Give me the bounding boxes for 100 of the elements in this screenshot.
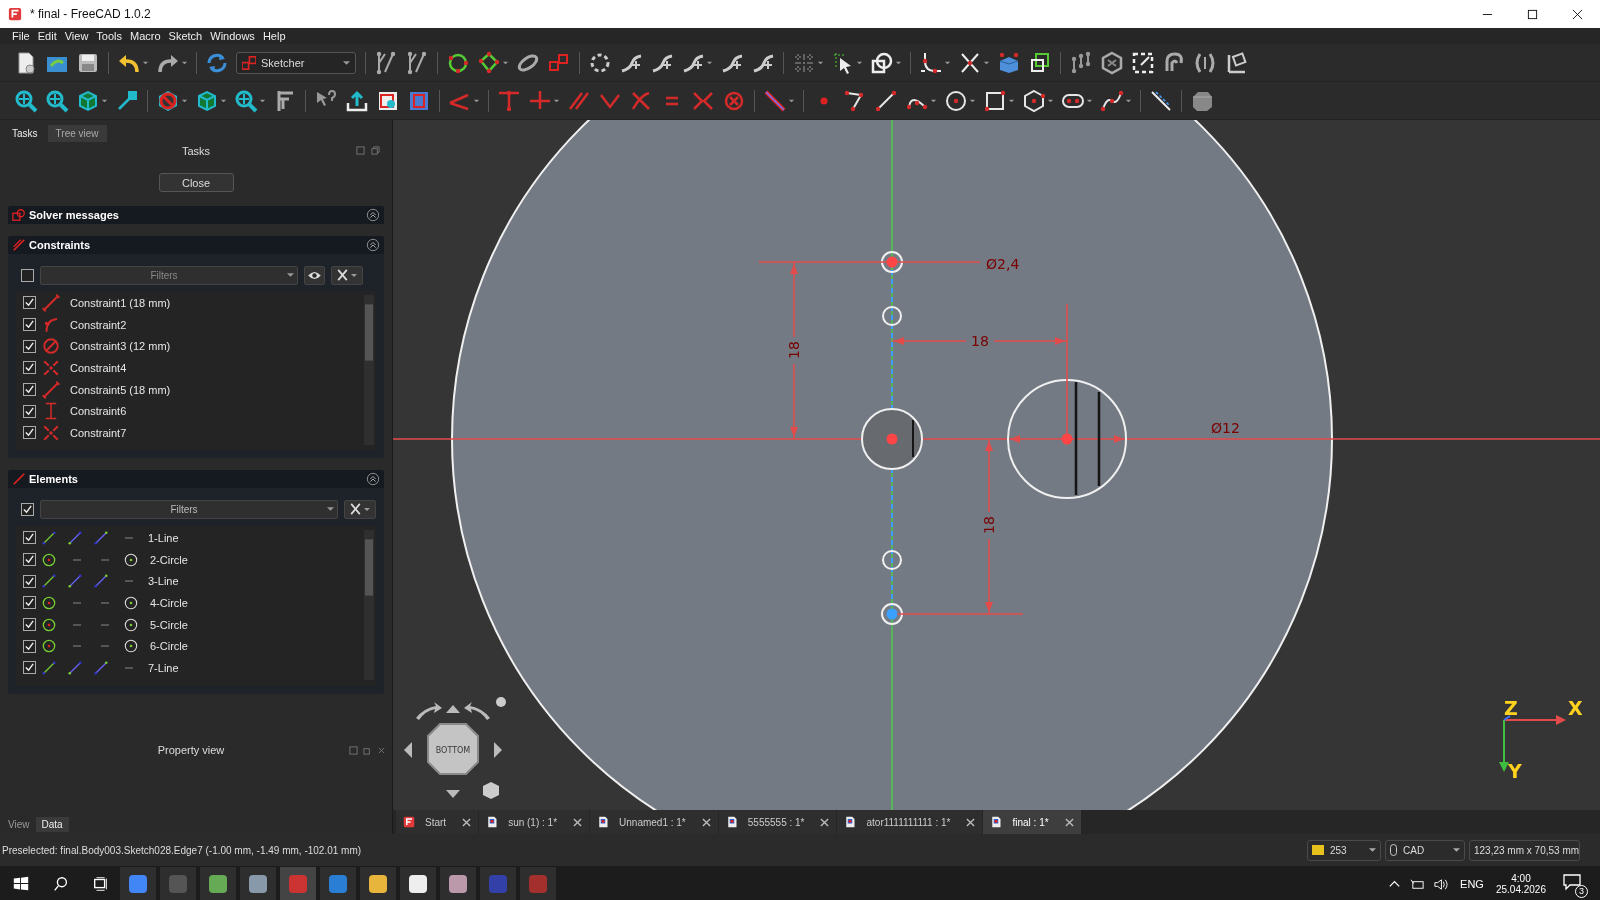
dimension-dropdown[interactable]: 123,23 mm x 70,53 mm xyxy=(1469,839,1580,861)
close-button[interactable]: Close xyxy=(158,173,234,192)
close-icon[interactable] xyxy=(701,817,711,827)
caret-icon[interactable] xyxy=(181,59,188,66)
cube-icon[interactable] xyxy=(483,782,499,799)
right-arrow-icon[interactable] xyxy=(494,742,502,758)
caret-icon[interactable] xyxy=(142,59,149,66)
document-tab[interactable]: 5555555 : 1* xyxy=(718,810,837,834)
draw-style-dropdown[interactable]: 253 xyxy=(1307,839,1381,861)
list-item[interactable]: Constraint6 xyxy=(70,405,127,418)
float-icon[interactable] xyxy=(371,146,380,155)
task-view-icon[interactable] xyxy=(92,875,110,893)
document-tab[interactable]: ator1111111111 : 1* xyxy=(837,810,983,834)
cube-icon[interactable] xyxy=(195,88,219,113)
checkbox[interactable] xyxy=(23,296,36,310)
navigation-style-dropdown[interactable]: CAD xyxy=(1385,839,1465,861)
checkbox[interactable] xyxy=(23,574,36,588)
line-icon[interactable] xyxy=(874,88,898,113)
fillet-icon[interactable] xyxy=(919,50,943,75)
checkbox[interactable] xyxy=(23,531,36,545)
float-icon[interactable] xyxy=(363,746,372,755)
point-on-line-icon[interactable] xyxy=(497,88,521,113)
zoom-icon[interactable] xyxy=(14,88,38,113)
construction-line-icon[interactable] xyxy=(1149,88,1173,113)
rectangle-icon[interactable] xyxy=(983,88,1007,113)
zoom-icon[interactable] xyxy=(234,88,258,113)
upload-icon[interactable] xyxy=(345,88,369,113)
filter-dropdown[interactable]: Filters xyxy=(40,265,298,285)
caret-icon[interactable] xyxy=(101,97,108,104)
property-tab[interactable]: View xyxy=(2,817,36,832)
scrollbar[interactable] xyxy=(364,530,374,680)
checkbox[interactable] xyxy=(23,639,36,653)
collapse-icon[interactable] xyxy=(366,472,380,486)
down-arrow-icon[interactable] xyxy=(446,790,460,798)
up-arrow-icon[interactable] xyxy=(446,705,460,713)
cube-icon[interactable] xyxy=(76,88,100,113)
lines-icon[interactable] xyxy=(374,50,398,75)
caret-icon[interactable] xyxy=(788,97,795,104)
dots-icon[interactable] xyxy=(1069,50,1093,75)
document-icon[interactable] xyxy=(400,867,436,900)
caret-icon[interactable] xyxy=(930,97,937,104)
folder-icon[interactable] xyxy=(360,867,396,900)
caret-icon[interactable] xyxy=(553,97,560,104)
polygon-icon[interactable] xyxy=(477,50,501,75)
filter-dropdown[interactable]: Filters xyxy=(40,499,338,519)
app-icon[interactable] xyxy=(240,867,276,900)
clock-time[interactable]: 4:00 xyxy=(1511,873,1531,884)
caret-icon[interactable] xyxy=(220,97,227,104)
collapse-icon[interactable] xyxy=(366,238,380,252)
visibility-button[interactable] xyxy=(304,265,325,285)
checkbox[interactable] xyxy=(23,383,36,397)
app-icon[interactable] xyxy=(320,867,356,900)
menu-item[interactable]: Windows xyxy=(206,30,259,42)
checkbox[interactable] xyxy=(23,553,36,567)
list-item[interactable]: 4-Circle xyxy=(150,596,188,609)
app-icon[interactable] xyxy=(200,867,236,900)
checkbox[interactable] xyxy=(23,361,36,375)
menu-item[interactable]: Edit xyxy=(33,30,61,42)
list-item[interactable]: 7-Line xyxy=(148,661,179,674)
checkbox[interactable] xyxy=(23,404,36,418)
browser-icon[interactable] xyxy=(120,867,156,900)
list-item[interactable]: Constraint1 (18 mm) xyxy=(70,296,171,309)
list-item[interactable]: Constraint5 (18 mm) xyxy=(70,383,171,396)
line-icon[interactable] xyxy=(763,88,787,113)
squares-icon[interactable] xyxy=(1028,50,1052,75)
caret-icon[interactable] xyxy=(817,59,824,66)
list-item[interactable]: Constraint2 xyxy=(70,318,127,331)
menu-item[interactable]: Help xyxy=(258,30,290,42)
checkbox[interactable] xyxy=(21,502,34,516)
shapes-icon[interactable] xyxy=(870,50,894,75)
language-indicator[interactable]: ENG xyxy=(1460,878,1484,890)
caret-icon[interactable] xyxy=(706,59,713,66)
workbench-dropdown[interactable]: Sketcher xyxy=(236,51,356,74)
checkbox[interactable] xyxy=(23,618,36,632)
caret-icon[interactable] xyxy=(473,97,480,104)
list-item[interactable]: 6-Circle xyxy=(150,640,188,653)
collapse-icon[interactable] xyxy=(366,208,380,222)
caret-icon[interactable] xyxy=(856,59,863,66)
checkbox[interactable] xyxy=(23,426,36,440)
close-icon[interactable] xyxy=(462,817,472,827)
checkbox[interactable] xyxy=(23,661,36,675)
rotate-arrow-icon[interactable] xyxy=(464,702,490,720)
list-item[interactable]: Constraint3 (12 mm) xyxy=(70,340,171,353)
menu-item[interactable]: Macro xyxy=(126,30,165,42)
circle-icon[interactable] xyxy=(944,88,968,113)
battery-icon[interactable] xyxy=(1410,876,1426,892)
zoom-icon[interactable] xyxy=(45,88,69,113)
panel-tab[interactable]: Tree view xyxy=(47,125,107,142)
caret-icon[interactable] xyxy=(1008,97,1015,104)
document-tab[interactable]: Unnamed1 : 1* xyxy=(590,810,718,834)
caret-icon[interactable] xyxy=(181,97,188,104)
maximize-icon[interactable] xyxy=(1527,8,1538,20)
close-icon[interactable] xyxy=(820,817,830,827)
caret-icon[interactable] xyxy=(259,97,266,104)
close-icon[interactable] xyxy=(1572,8,1583,20)
menu-item[interactable]: Sketch xyxy=(164,30,207,42)
rotate-arrow-icon[interactable] xyxy=(416,702,442,720)
dashed-square-icon[interactable] xyxy=(1131,50,1155,75)
navigation-cube[interactable] xyxy=(427,723,479,775)
notification-icon[interactable] xyxy=(1562,872,1582,892)
